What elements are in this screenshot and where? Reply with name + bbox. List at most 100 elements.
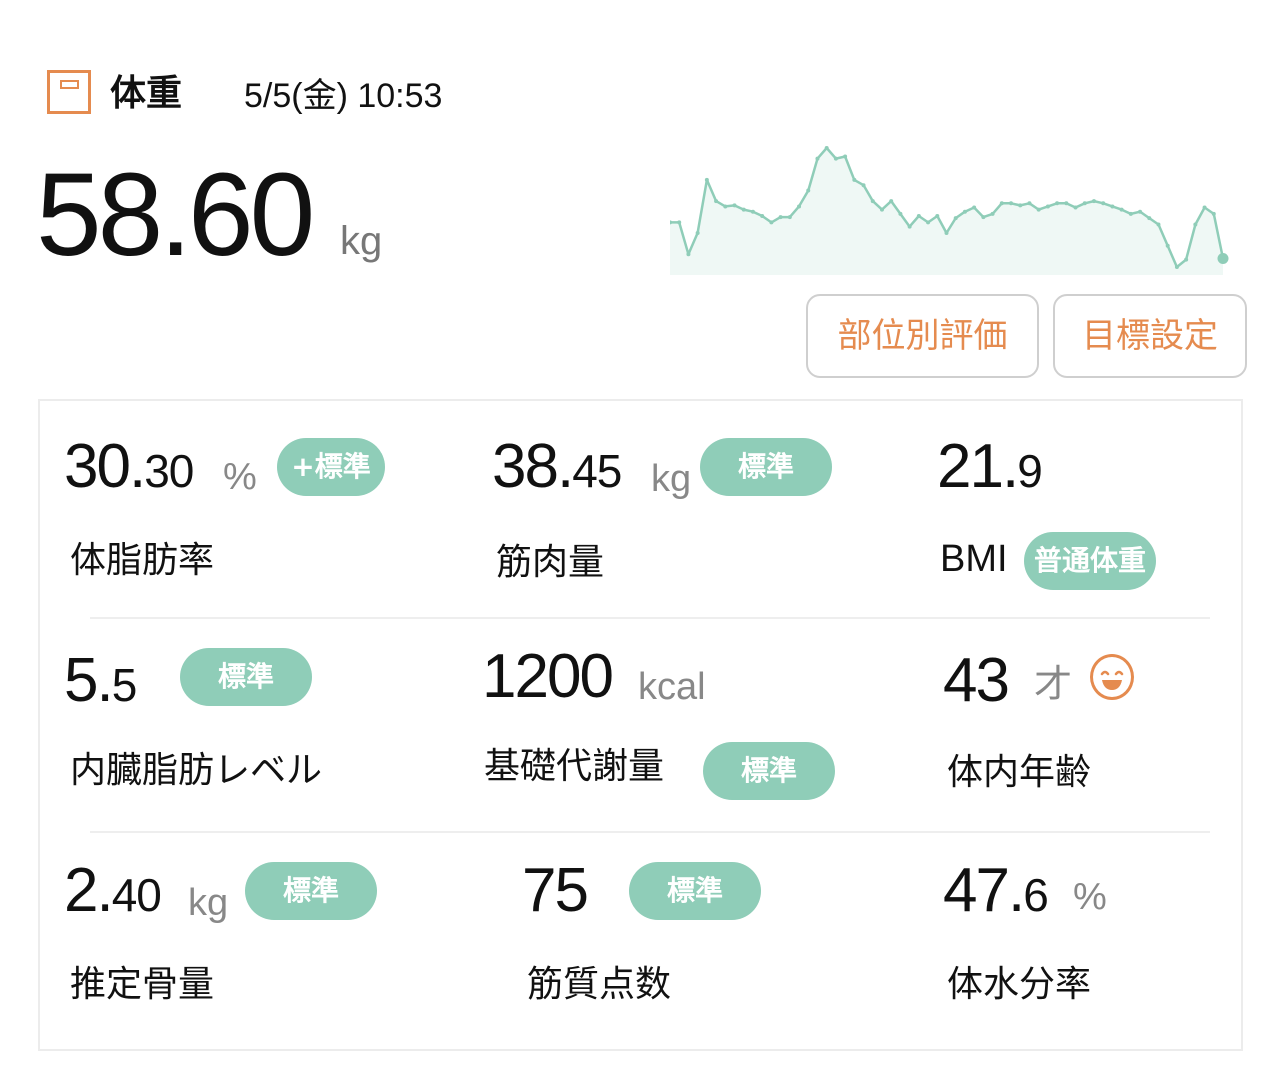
sparkline-point (1202, 205, 1207, 210)
muscle-mass-label: 筋肉量 (496, 542, 605, 583)
sparkline-latest-point (1217, 253, 1229, 264)
muscle-quality-label: 筋質点数 (527, 964, 672, 1005)
sparkline-point (889, 199, 894, 204)
sparkline-point (1055, 201, 1060, 206)
sparkline-point (962, 209, 967, 214)
body-water-unit: % (1073, 876, 1107, 918)
sparkline-point (760, 214, 765, 218)
sparkline-point (1009, 201, 1014, 206)
bmi-label: BMI (940, 538, 1008, 580)
muscle-mass-unit: kg (651, 458, 692, 500)
row-divider (90, 617, 1210, 619)
bmr-label: 基礎代謝量 (484, 746, 665, 787)
sparkline-point (704, 177, 709, 182)
sparkline-point (898, 211, 903, 216)
sparkline-point (815, 156, 820, 161)
sparkline-point (1018, 203, 1023, 208)
visceral-fat-badge: 標準 (180, 648, 312, 706)
sparkline-point (926, 220, 931, 225)
bmr-badge: 標準 (703, 742, 835, 800)
sparkline-point (944, 231, 949, 235)
smiley-face-icon (1090, 654, 1134, 700)
goal-setting-button[interactable]: 目標設定 (1053, 294, 1247, 378)
sparkline-point (787, 215, 792, 220)
muscle-mass-badge: 標準 (700, 438, 832, 496)
sparkline-point (972, 205, 977, 210)
weight-trend-sparkline[interactable] (670, 140, 1235, 275)
sparkline-point (852, 177, 857, 182)
bone-mass-unit: kg (188, 882, 229, 924)
body-fat-badge: +標準 (277, 438, 385, 496)
sparkline-point (723, 204, 728, 209)
sparkline-point (797, 204, 802, 209)
body-age-label: 体内年齢 (947, 752, 1092, 793)
part-evaluation-button[interactable]: 部位別評価 (806, 294, 1039, 378)
sparkline-point (806, 188, 811, 193)
sparkline-point (1064, 201, 1069, 206)
sparkline-point (981, 215, 986, 220)
body-age-unit: 才 (1034, 664, 1073, 706)
sparkline-point (1138, 209, 1143, 214)
visceral-fat-value: 5.5 (64, 646, 137, 715)
measurement-datetime: 5/5(金) 10:53 (244, 77, 443, 115)
sparkline-point (741, 207, 746, 212)
body-fat-unit: % (223, 456, 257, 498)
sparkline-point (990, 211, 995, 216)
visceral-fat-label: 内臓脂肪レベル (70, 750, 323, 791)
sparkline-point (1036, 207, 1041, 212)
sparkline-point (778, 215, 783, 220)
bmr-unit: kcal (638, 666, 706, 708)
sparkline-point (695, 231, 700, 235)
sparkline-point (1101, 201, 1106, 206)
sparkline-point (1211, 211, 1216, 216)
page-title: 体重 (110, 73, 183, 114)
sparkline-point (870, 199, 875, 204)
sparkline-point (750, 209, 755, 214)
sparkline-point (1193, 222, 1198, 227)
sparkline-point (1156, 222, 1161, 227)
sparkline-point (1091, 199, 1096, 204)
sparkline-point (686, 252, 691, 257)
weight-value: 58.60 (36, 149, 315, 281)
bone-mass-badge: 標準 (245, 862, 377, 920)
sparkline-point (935, 214, 940, 218)
sparkline-point (879, 207, 884, 212)
sparkline-point (843, 154, 848, 159)
sparkline-point (861, 183, 866, 188)
sparkline-point (1174, 265, 1179, 269)
sparkline-point (999, 201, 1004, 206)
body-fat-label: 体脂肪率 (70, 540, 215, 581)
bone-mass-value: 2.40 (64, 856, 162, 925)
sparkline-point (714, 199, 719, 204)
sparkline-point (916, 214, 921, 218)
muscle-mass-value: 38.45 (492, 432, 622, 501)
sparkline-point (1184, 257, 1189, 262)
sparkline-point (769, 220, 774, 225)
body-fat-value: 30.30 (64, 432, 194, 501)
metrics-card (38, 399, 1243, 1051)
sparkline-point (1147, 216, 1152, 221)
sparkline-point (907, 224, 912, 229)
sparkline-point (677, 220, 682, 225)
body-water-value: 47.6 (943, 856, 1049, 925)
bone-mass-label: 推定骨量 (70, 964, 215, 1005)
bmi-value: 21.9 (937, 432, 1043, 501)
sparkline-point (1128, 211, 1133, 216)
row-divider (90, 831, 1210, 833)
muscle-quality-value: 75 (522, 856, 589, 925)
sparkline-point (953, 216, 958, 221)
sparkline-point (1110, 204, 1115, 209)
sparkline-point (833, 156, 838, 161)
sparkline-point (1045, 204, 1050, 209)
sparkline-point (1082, 201, 1087, 206)
sparkline-point (732, 203, 737, 208)
bmr-value: 1200 (482, 642, 614, 711)
sparkline-point (1073, 205, 1078, 210)
scale-icon (47, 70, 91, 114)
body-age-value: 43 (943, 646, 1010, 715)
sparkline-point (1027, 201, 1032, 206)
sparkline-point (824, 146, 829, 150)
muscle-quality-badge: 標準 (629, 862, 761, 920)
sparkline-point (1165, 243, 1170, 248)
body-water-label: 体水分率 (947, 964, 1092, 1005)
